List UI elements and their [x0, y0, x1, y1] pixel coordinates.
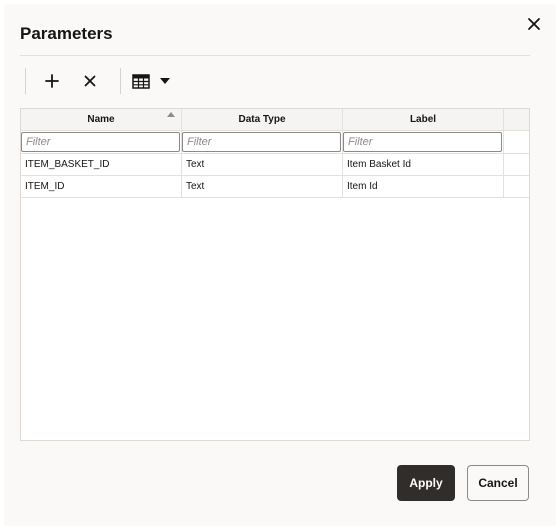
grid-header-row: Name Data Type Label	[21, 109, 529, 131]
cell-label[interactable]: Item Id	[343, 176, 504, 197]
table-row[interactable]: ITEM_ID Text Item Id	[21, 176, 529, 198]
delete-row-button[interactable]	[78, 68, 102, 94]
add-row-button[interactable]	[26, 68, 78, 94]
cell-data-type[interactable]: Text	[182, 154, 343, 175]
filter-input-name[interactable]	[21, 132, 180, 152]
close-button[interactable]	[524, 14, 544, 34]
parameters-dialog: Parameters Name Data Type Label Filter F…	[4, 4, 556, 526]
cell-name[interactable]: ITEM_BASKET_ID	[21, 154, 182, 175]
grid-filter-row	[21, 131, 529, 154]
cell-label[interactable]: Item Basket Id	[343, 154, 504, 175]
column-header-label[interactable]: Label	[343, 109, 504, 130]
close-icon	[528, 18, 540, 30]
table-row[interactable]: ITEM_BASKET_ID Text Item Basket Id	[21, 154, 529, 176]
dialog-title: Parameters	[20, 24, 113, 43]
column-header-data-type[interactable]: Data Type	[182, 109, 343, 130]
apply-button[interactable]: Apply	[397, 465, 455, 501]
sort-ascending-icon	[167, 112, 175, 117]
plus-icon	[45, 74, 59, 88]
filter-input-data-type[interactable]	[182, 132, 341, 152]
caret-down-icon	[160, 78, 170, 84]
view-menu-button[interactable]	[121, 68, 181, 94]
column-header-name[interactable]: Name	[21, 109, 182, 130]
parameters-grid: Name Data Type Label ITEM_BASKET_ID Text…	[20, 108, 530, 441]
x-icon	[84, 75, 96, 87]
header-filler	[504, 109, 529, 130]
toolbar	[25, 68, 181, 94]
header-divider	[20, 55, 530, 56]
cell-data-type[interactable]: Text	[182, 176, 343, 197]
table-grid-icon	[132, 73, 150, 89]
filter-input-label[interactable]	[343, 132, 502, 152]
cell-name[interactable]: ITEM_ID	[21, 176, 182, 197]
cancel-button[interactable]: Cancel	[467, 465, 529, 501]
